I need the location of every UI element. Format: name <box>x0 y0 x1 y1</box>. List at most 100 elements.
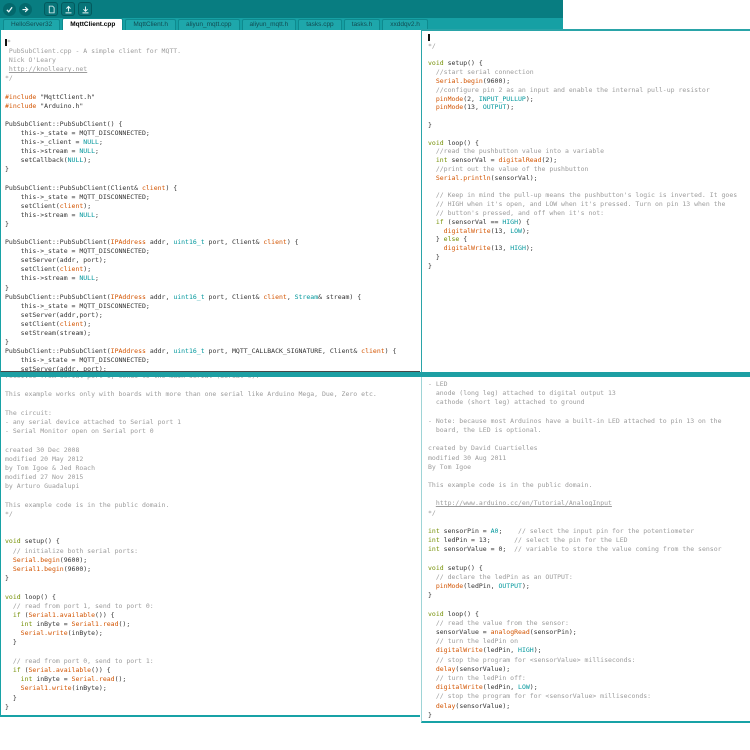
code-token: (9600); <box>482 76 511 85</box>
code-line: int inByte = Serial.read(); <box>5 675 420 684</box>
editor-pane-bottom-right[interactable]: - LED anode (long leg) attached to digit… <box>421 377 750 723</box>
code-token: loop() { <box>443 138 479 147</box>
code-token: anode (long leg) attached to digital out… <box>428 389 616 398</box>
code-token: ); <box>533 646 542 655</box>
code-token: } <box>428 235 444 244</box>
code-token: addr, <box>145 292 174 301</box>
code-token: loop() { <box>443 609 479 618</box>
tab-mqttclient-cpp[interactable]: MqttClient.cpp <box>62 18 124 30</box>
tab-aliyun-mqtt-cpp[interactable]: aliyun_mqtt.cpp <box>178 19 240 30</box>
code-line: // read the value from the sensor: <box>428 619 750 628</box>
code-token: ) { <box>384 347 397 356</box>
code-token: This example code is in the public domai… <box>428 481 593 490</box>
code-line: this->_state = MQTT_DISCONNECTED; <box>5 247 420 256</box>
code-line: digitalWrite(ledPin, LOW); <box>428 683 750 692</box>
code-token: this->stream = <box>5 210 80 219</box>
code-token: setCallback( <box>5 156 68 165</box>
code-line: Serial.println(sensorVal); <box>428 174 750 183</box>
code-token: this->_state = MQTT_DISCONNECTED; <box>5 301 150 310</box>
code-token: board, the LED is optional. <box>428 425 542 434</box>
code-token: // read from port 0, send to port 1: <box>5 656 154 665</box>
code-token: (ledPin, <box>482 683 519 692</box>
upload-button[interactable] <box>19 2 32 16</box>
code-token: sensorVal = <box>447 156 499 165</box>
verify-button[interactable] <box>3 2 16 16</box>
code-token: (13, <box>490 244 511 253</box>
code-token: - LED <box>428 380 448 388</box>
code-token: { <box>459 235 468 244</box>
code-line: } <box>5 694 420 703</box>
code-line: } <box>5 338 420 347</box>
editor-pane-top-left[interactable]: * PubSubClient.cpp - A simple client for… <box>0 30 420 372</box>
tab-tasks-h[interactable]: tasks.h <box>343 19 381 30</box>
code-token: setServer(addr, port); <box>5 365 107 372</box>
tab-helloserver32[interactable]: HelloServer32 <box>3 19 61 30</box>
code-line: pinMode(13, OUTPUT); <box>428 103 750 112</box>
code-token: IPAddress <box>110 238 146 247</box>
code-token: int <box>435 156 448 165</box>
code-token: Serial.begin <box>435 76 483 85</box>
code-token: "MqttClient.h" <box>40 92 96 101</box>
code-token: This example works only with boards with… <box>5 390 377 399</box>
code-token: receives from serial port 1, sends to th… <box>5 377 259 380</box>
code-token: loop() { <box>20 592 56 601</box>
code-token: modified 20 May 2012 <box>5 454 84 463</box>
code-token: IPAddress <box>110 292 146 301</box>
code-token: OUTPUT <box>482 103 507 112</box>
code-token: NULL <box>79 147 96 156</box>
code-line: sensorValue = analogRead(sensorPin); <box>428 628 750 637</box>
code-token: INPUT_PULLUP <box>478 94 526 103</box>
code-line: - Note: because most Arduinos have a bui… <box>428 417 750 426</box>
code-token: Serial.available <box>28 666 92 674</box>
code-line: } <box>5 220 420 229</box>
code-line: this->stream = NULL; <box>5 211 420 220</box>
code-line: int inByte = Serial1.read(); <box>5 620 420 629</box>
code-token: } <box>5 574 9 583</box>
code-token: // turn the ledPin off: <box>428 674 526 682</box>
code-token: */ <box>5 509 13 518</box>
code-token: ); <box>83 201 92 210</box>
code-line: #include "Arduino.h" <box>5 102 420 111</box>
code-token: } <box>428 591 432 600</box>
code-token: this->stream = <box>5 147 80 156</box>
editor-pane-top-right[interactable]: */ void setup() { //start serial connecti… <box>421 29 750 372</box>
new-sketch-button[interactable] <box>44 2 58 16</box>
code-token: analogRead <box>490 628 530 637</box>
code-token: } <box>428 710 432 719</box>
code-token: , <box>286 292 295 301</box>
code-token: by Tom Igoe & Jed Roach <box>5 463 96 472</box>
code-token: sensorValue = <box>428 628 491 637</box>
tab-aliyun-mqtt-h[interactable]: aliyun_mqtt.h <box>241 19 297 30</box>
open-button[interactable] <box>61 2 75 16</box>
save-button[interactable] <box>78 2 92 16</box>
code-line: digitalWrite(13, HIGH); <box>428 244 750 253</box>
code-token: } <box>5 702 9 711</box>
code-line: setClient(client); <box>5 320 420 329</box>
code-token: (ledPin, <box>482 646 519 655</box>
code-line: void loop() { <box>428 610 750 619</box>
code-line: } <box>428 262 750 271</box>
editor-pane-bottom-left[interactable]: receives from serial port 1, sends to th… <box>0 377 420 717</box>
tab-tasks-cpp[interactable]: tasks.cpp <box>298 19 342 30</box>
code-token: by Arturo Guadalupi <box>5 482 80 491</box>
code-token: NULL <box>67 156 84 165</box>
code-token: } <box>5 165 9 174</box>
code-token: setServer(addr, port); <box>5 256 107 265</box>
code-line: http://www.arduino.cc/en/Tutorial/Analog… <box>428 499 750 508</box>
code-line: PubSubClient::PubSubClient(Client& clien… <box>5 184 420 193</box>
code-token: // read the value from the sensor: <box>428 618 569 627</box>
code-token: ); <box>521 582 530 591</box>
code-token: int <box>428 527 440 535</box>
code-token: Serial1.write <box>20 684 72 693</box>
code-line: by Tom Igoe & Jed Roach <box>5 464 420 473</box>
tab-mqttclient-h[interactable]: MqttClient.h <box>125 19 177 30</box>
